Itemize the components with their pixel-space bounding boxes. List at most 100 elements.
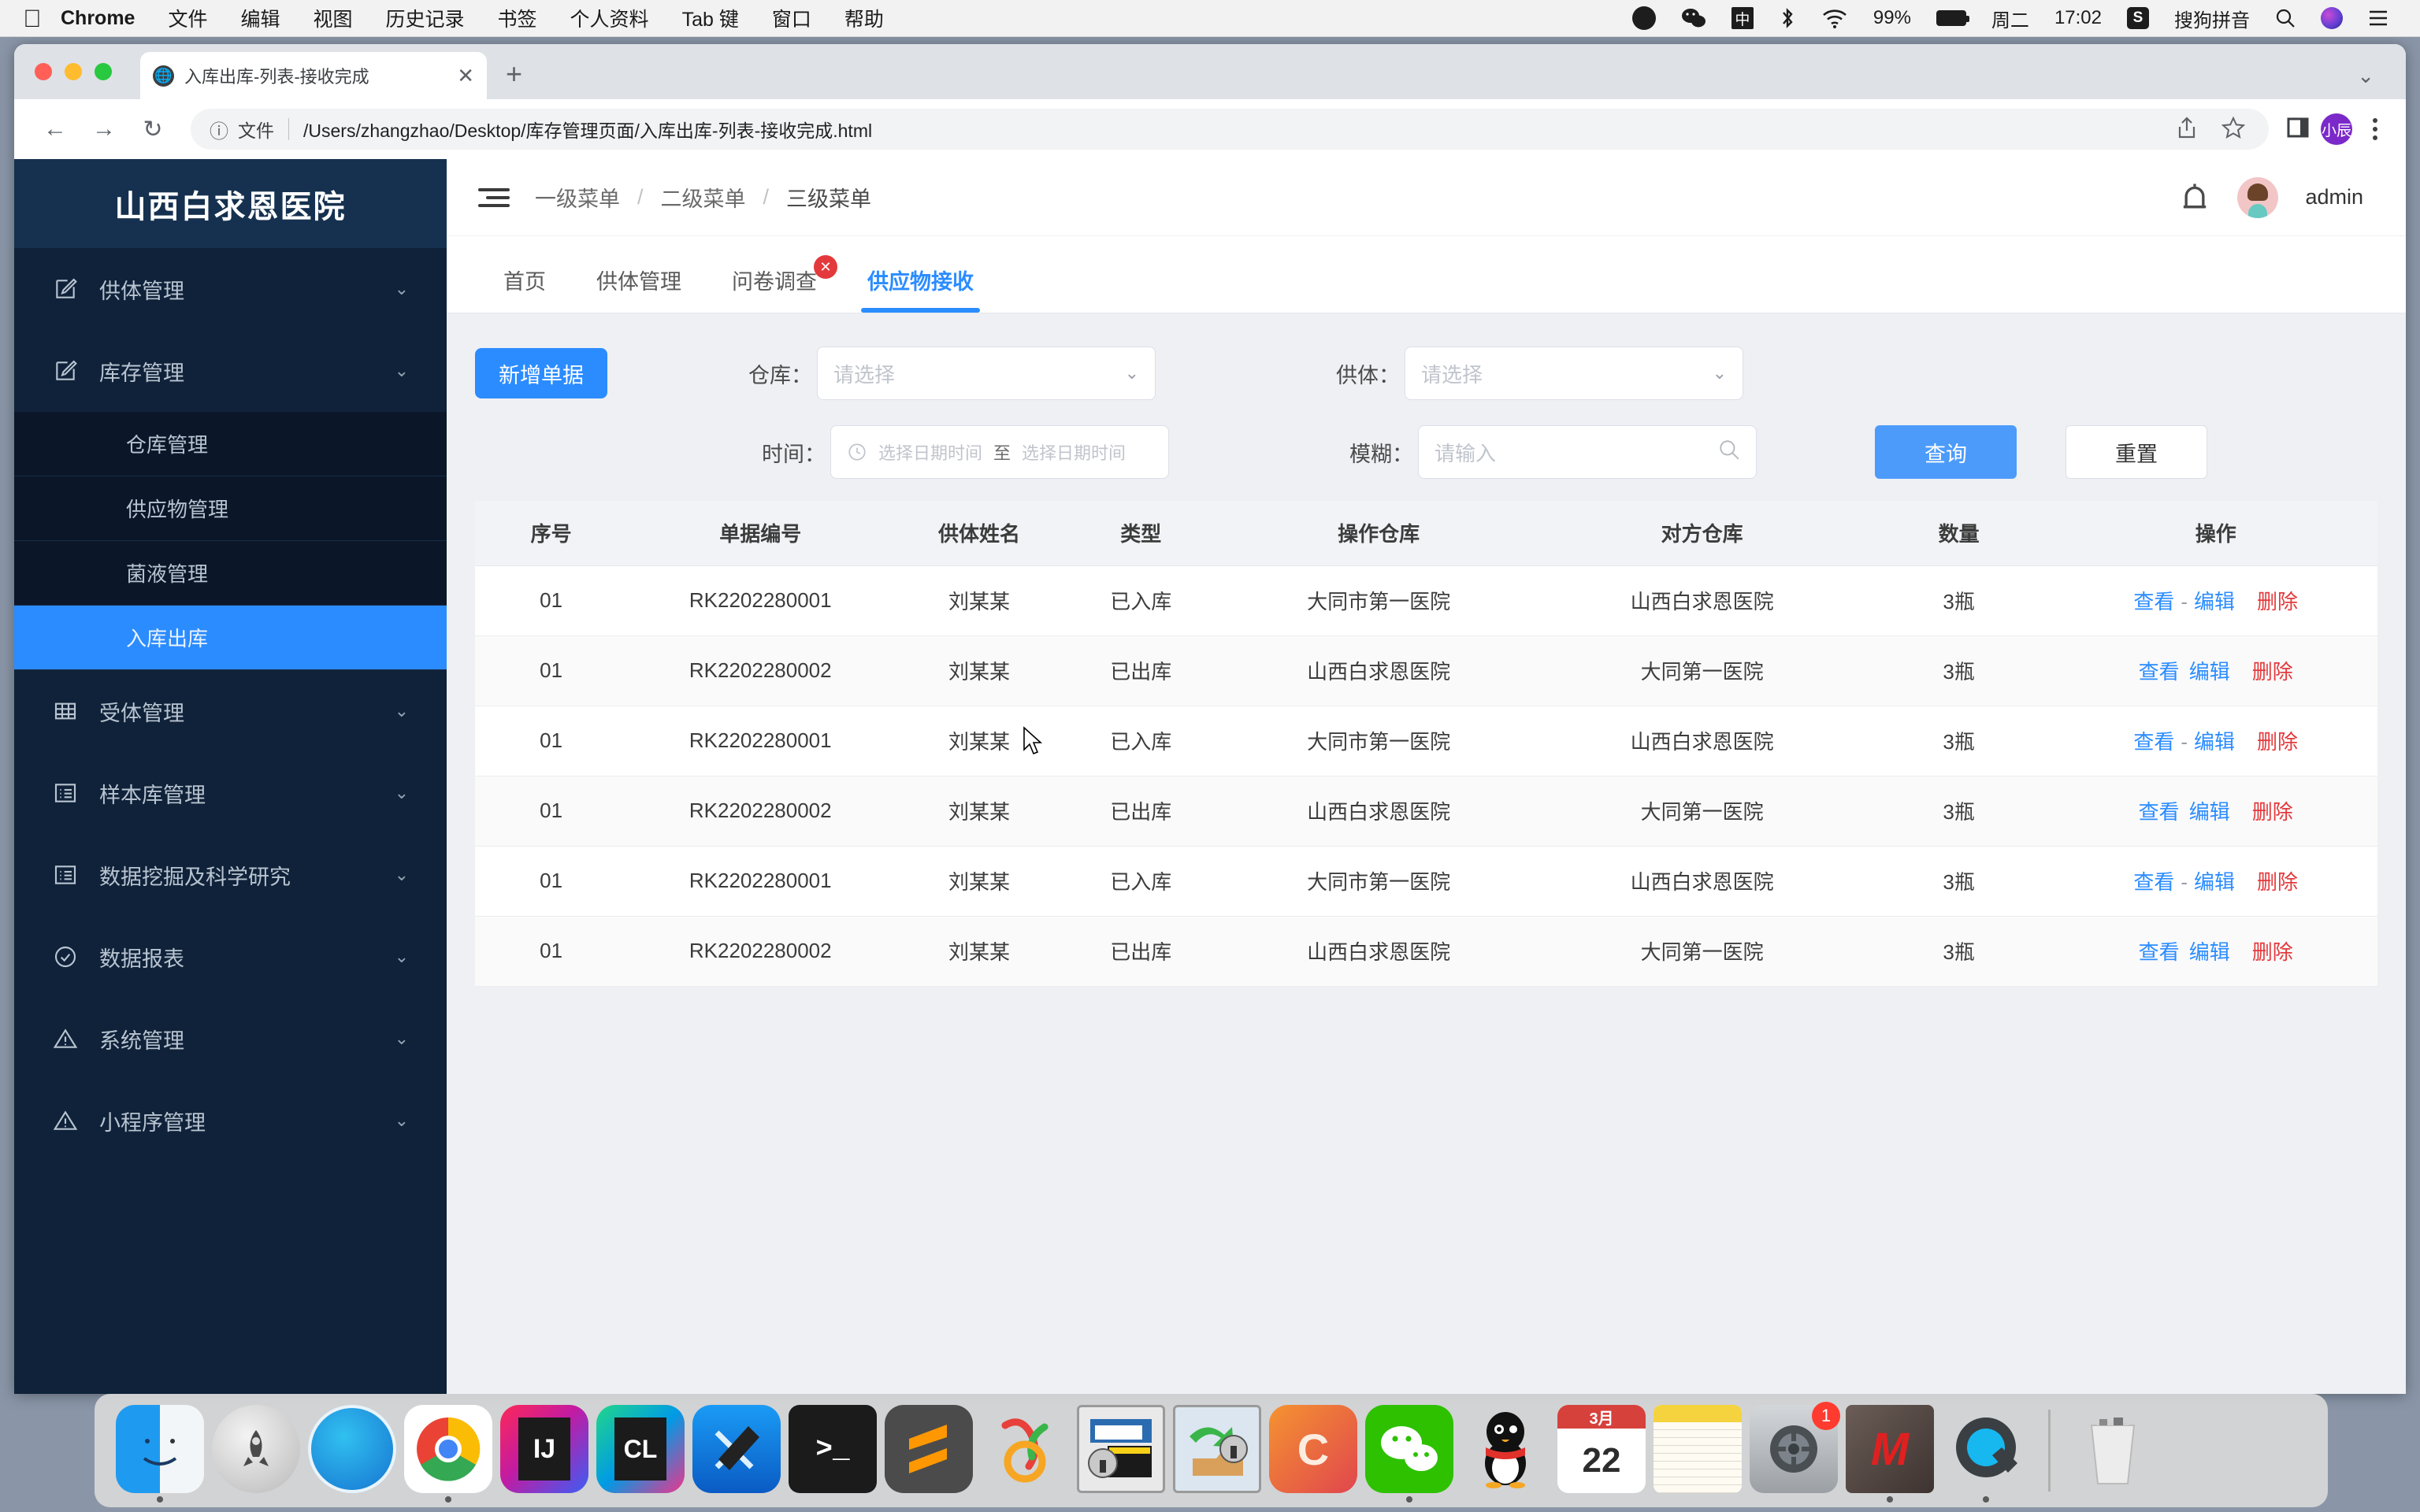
dock-item-intellij-idea[interactable]: IJ xyxy=(496,1403,592,1503)
menu-view[interactable]: 视图 xyxy=(297,4,369,32)
delete-link[interactable]: 删除 xyxy=(2252,590,2303,613)
table-row[interactable]: 01 RK2202280001 刘某某 已入库 大同市第一医院 山西白求恩医院 3瓶 查看 - 编… xyxy=(475,846,2377,917)
donor-select[interactable]: 请选择 ⌄ xyxy=(1405,346,1743,400)
menu-window[interactable]: 窗口 xyxy=(755,4,828,32)
view-link[interactable]: 查看 xyxy=(2129,730,2179,754)
dock-item-navicat[interactable] xyxy=(977,1403,1073,1503)
opera-icon[interactable] xyxy=(1620,6,1668,30)
tab-donor-management[interactable]: 供体管理 xyxy=(571,265,707,313)
table-row[interactable]: 01 RK2202280002 刘某某 已出库 山西白求恩医院 大同第一医院 3瓶 查看 编辑删… xyxy=(475,916,2377,987)
warehouse-select[interactable]: 请选择 ⌄ xyxy=(817,346,1156,400)
menu-bookmarks[interactable]: 书签 xyxy=(481,4,554,32)
new-tab-button[interactable]: + xyxy=(506,60,522,88)
view-link[interactable]: 查看 xyxy=(2134,940,2184,964)
view-link[interactable]: 查看 xyxy=(2129,590,2179,613)
chevron-down-icon[interactable]: ⌄ xyxy=(395,361,409,381)
breadcrumb-level-2[interactable]: 二级菜单 xyxy=(656,182,751,213)
reset-button[interactable]: 重置 xyxy=(2066,425,2207,479)
dock-item-terminal[interactable]: >_ xyxy=(785,1403,881,1503)
dock-item-system-preferences[interactable]: 1 xyxy=(1746,1402,1842,1503)
menu-help[interactable]: 帮助 xyxy=(828,4,900,32)
chevron-down-icon[interactable]: ⌄ xyxy=(395,783,409,803)
tab-search-chevron-icon[interactable]: ⌄ xyxy=(2357,64,2374,88)
dock-item-trash[interactable] xyxy=(2065,1403,2161,1503)
back-button[interactable]: ← xyxy=(33,107,77,151)
chevron-down-icon[interactable]: ⌄ xyxy=(395,1028,409,1049)
view-link[interactable]: 查看 xyxy=(2134,660,2184,684)
chrome-menu-icon[interactable] xyxy=(2363,118,2387,140)
dock-item-xcode[interactable] xyxy=(689,1403,785,1503)
menu-file[interactable]: 文件 xyxy=(151,4,224,32)
sidebar-collapse-icon[interactable] xyxy=(478,187,510,207)
menu-edit[interactable]: 编辑 xyxy=(224,4,296,32)
chevron-down-icon[interactable]: ⌄ xyxy=(1125,363,1139,384)
menu-history[interactable]: 历史记录 xyxy=(369,4,481,32)
share-icon[interactable] xyxy=(2176,116,2198,143)
tab-questionnaire-survey[interactable]: 问卷调查 ✕ xyxy=(707,255,842,313)
tab-supply-receiving[interactable]: 供应物接收 xyxy=(842,265,999,313)
chevron-down-icon[interactable]: ⌄ xyxy=(395,865,409,885)
siri-icon[interactable] xyxy=(2308,7,2355,29)
sidebar-subitem-bacteria-management[interactable]: 菌液管理 xyxy=(14,541,447,606)
user-avatar[interactable] xyxy=(2237,176,2279,218)
address-bar[interactable]: ⓘ 文件 /Users/zhangzhao/Desktop/库存管理页面/入库出… xyxy=(191,109,2269,150)
table-row[interactable]: 01 RK2202280001 刘某某 已入库 大同市第一医院 山西白求恩医院 3瓶 查看 - 编… xyxy=(475,706,2377,776)
dock-item-sublime-text[interactable] xyxy=(881,1403,977,1503)
dock-item-qq[interactable] xyxy=(1457,1403,1553,1503)
sidebar-item-donor-management[interactable]: 供体管理 ⌄ xyxy=(14,248,447,330)
sogou-icon[interactable]: S xyxy=(2114,7,2162,29)
edit-link[interactable]: 编辑 xyxy=(2184,800,2235,824)
forward-button[interactable]: → xyxy=(82,107,126,151)
edit-link[interactable]: 编辑 xyxy=(2189,870,2240,894)
dock-item-quicktime[interactable] xyxy=(1938,1403,2034,1503)
table-row[interactable]: 01 RK2202280002 刘某某 已出库 山西白求恩医院 大同第一医院 3瓶 查看 编辑删… xyxy=(475,636,2377,706)
wifi-icon[interactable] xyxy=(1809,8,1861,28)
menu-tab[interactable]: Tab 键 xyxy=(666,4,755,32)
browser-tab-active[interactable]: 🌐 入库出库-列表-接收完成 ✕ xyxy=(140,52,487,99)
chevron-down-icon[interactable]: ⌄ xyxy=(395,1110,409,1131)
spotlight-search-icon[interactable] xyxy=(2262,8,2308,28)
delete-link[interactable]: 删除 xyxy=(2247,940,2298,964)
sidebar-item-sample-library-management[interactable]: 样本库管理 ⌄ xyxy=(14,752,447,834)
bookmark-star-icon[interactable] xyxy=(2221,116,2246,143)
breadcrumb-level-3[interactable]: 三级菜单 xyxy=(781,182,876,213)
dock-item-safari[interactable] xyxy=(304,1403,400,1503)
tab-home[interactable]: 首页 xyxy=(478,265,571,313)
table-row[interactable]: 01 RK2202280001 刘某某 已入库 大同市第一医院 山西白求恩医院 3瓶 查看 - 编… xyxy=(475,565,2377,636)
chevron-down-icon[interactable]: ⌄ xyxy=(395,701,409,721)
delete-link[interactable]: 删除 xyxy=(2247,660,2298,684)
sidebar-item-recipient-management[interactable]: 受体管理 ⌄ xyxy=(14,670,447,752)
menu-profile[interactable]: 个人资料 xyxy=(554,4,666,32)
breadcrumb-level-1[interactable]: 一级菜单 xyxy=(530,182,625,213)
edit-link[interactable]: 编辑 xyxy=(2184,660,2235,684)
add-document-button[interactable]: 新增单据 xyxy=(475,348,607,398)
search-button[interactable]: 查询 xyxy=(1875,425,2017,479)
edit-link[interactable]: 编辑 xyxy=(2189,590,2240,613)
table-row[interactable]: 01 RK2202280002 刘某某 已出库 山西白求恩医院 大同第一医院 3瓶 查看 编辑删… xyxy=(475,776,2377,847)
bluetooth-icon[interactable] xyxy=(1766,6,1809,30)
dock-item-securefx[interactable] xyxy=(1169,1403,1265,1503)
close-tab-icon[interactable]: ✕ xyxy=(457,65,474,86)
sidebar-item-system-management[interactable]: 系统管理 ⌄ xyxy=(14,998,447,1080)
battery-icon[interactable] xyxy=(1924,10,1979,26)
wechat-icon[interactable] xyxy=(1668,7,1719,29)
side-panel-icon[interactable] xyxy=(2286,116,2310,143)
dock-item-securecrt[interactable] xyxy=(1073,1403,1169,1503)
control-center-icon[interactable] xyxy=(2355,9,2401,27)
fuzzy-search-input[interactable]: 请输入 xyxy=(1418,425,1757,479)
sidebar-item-miniprogram-management[interactable]: 小程序管理 ⌄ xyxy=(14,1080,447,1162)
chrome-profile-avatar[interactable]: 小辰 xyxy=(2321,113,2352,145)
dock-item-cornerstone[interactable]: C xyxy=(1265,1403,1361,1503)
dock-item-chrome[interactable] xyxy=(400,1403,496,1503)
close-window-button[interactable] xyxy=(35,63,52,80)
menu-chrome[interactable]: Chrome xyxy=(44,7,151,30)
dock-item-launchpad[interactable] xyxy=(208,1403,304,1503)
reload-button[interactable]: ↻ xyxy=(131,107,175,151)
page-info-icon[interactable]: ⓘ xyxy=(210,116,228,143)
sidebar-subitem-supply-management[interactable]: 供应物管理 xyxy=(14,476,447,541)
sidebar-item-data-mining-research[interactable]: 数据挖掘及科学研究 ⌄ xyxy=(14,834,447,916)
apple-logo-icon[interactable]:  xyxy=(20,5,44,32)
input-cn-icon[interactable]: 中 xyxy=(1719,7,1766,29)
edit-link[interactable]: 编辑 xyxy=(2189,730,2240,754)
delete-link[interactable]: 删除 xyxy=(2247,800,2298,824)
